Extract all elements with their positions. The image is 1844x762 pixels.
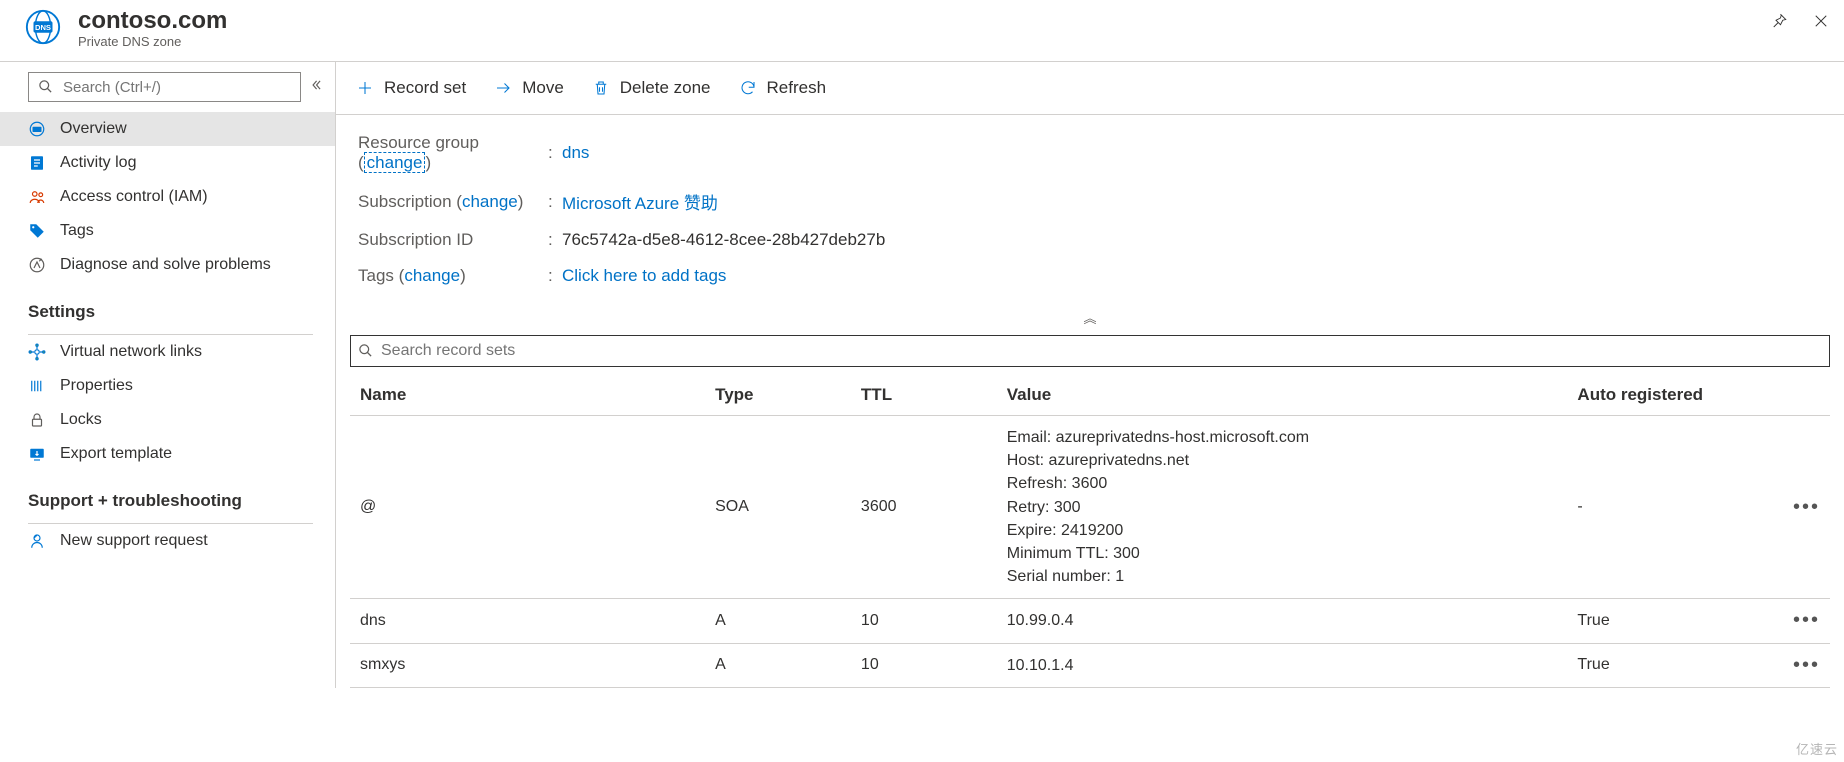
records-table: Name Type TTL Value Auto registered @SOA… bbox=[350, 375, 1830, 688]
table-row[interactable]: smxysA1010.10.1.4True ••• bbox=[350, 643, 1830, 687]
sidebar-item-label: Export template bbox=[60, 445, 172, 463]
sidebar-item-access-control-iam-[interactable]: Access control (IAM) bbox=[0, 180, 335, 214]
table-row[interactable]: @SOA3600Email: azureprivatedns-host.micr… bbox=[350, 416, 1830, 599]
col-value[interactable]: Value bbox=[997, 375, 1568, 416]
row-actions[interactable]: ••• bbox=[1770, 416, 1830, 599]
vnet-icon bbox=[28, 343, 46, 361]
close-icon[interactable] bbox=[1812, 12, 1830, 35]
sidebar-item-overview[interactable]: Overview bbox=[0, 112, 335, 146]
delete-zone-button[interactable]: Delete zone bbox=[592, 78, 711, 98]
cell-value: Email: azureprivatedns-host.microsoft.co… bbox=[997, 416, 1568, 599]
page-header: DNS contoso.com Private DNS zone bbox=[0, 0, 1844, 62]
cell-type: SOA bbox=[705, 416, 851, 599]
sidebar-item-label: Properties bbox=[60, 377, 133, 395]
sidebar-item-label: Tags bbox=[60, 222, 94, 240]
collapse-sidebar-icon[interactable] bbox=[309, 78, 323, 97]
move-button[interactable]: Move bbox=[494, 78, 564, 98]
tags-value[interactable]: Click here to add tags bbox=[562, 266, 726, 286]
resource-group-label: Resource group bbox=[358, 133, 479, 152]
content-pane: Record set Move Delete zone Refresh Reso… bbox=[336, 62, 1844, 688]
cell-value: 10.99.0.4 bbox=[997, 599, 1568, 643]
sidebar-item-export-template[interactable]: Export template bbox=[0, 437, 335, 471]
properties-block: Resource group (change) : dns Subscripti… bbox=[336, 115, 1844, 308]
collapse-properties-icon[interactable]: ︽ bbox=[336, 308, 1844, 335]
sidebar-item-label: Access control (IAM) bbox=[60, 188, 208, 206]
sidebar-item-virtual-network-links[interactable]: Virtual network links bbox=[0, 335, 335, 369]
subscription-change-link[interactable]: change bbox=[462, 192, 518, 211]
watermark: 亿速云 bbox=[1796, 739, 1838, 758]
tags-change-link[interactable]: change bbox=[404, 266, 460, 285]
svg-text:DNS: DNS bbox=[35, 23, 51, 32]
cell-auto: True bbox=[1567, 643, 1770, 687]
sidebar-item-locks[interactable]: Locks bbox=[0, 403, 335, 437]
prop-icon bbox=[28, 377, 46, 395]
subscription-value[interactable]: Microsoft Azure 赞助 bbox=[562, 189, 718, 214]
refresh-button[interactable]: Refresh bbox=[739, 78, 827, 98]
col-ttl[interactable]: TTL bbox=[851, 375, 997, 416]
sidebar-item-properties[interactable]: Properties bbox=[0, 369, 335, 403]
subscription-id-label: Subscription ID bbox=[358, 230, 548, 250]
cell-ttl: 10 bbox=[851, 643, 997, 687]
col-type[interactable]: Type bbox=[705, 375, 851, 416]
resource-group-value[interactable]: dns bbox=[562, 143, 589, 163]
record-set-label: Record set bbox=[384, 78, 466, 98]
dns-icon bbox=[28, 120, 46, 138]
sidebar-item-label: Locks bbox=[60, 411, 102, 429]
log-icon bbox=[28, 154, 46, 172]
dns-zone-icon: DNS bbox=[24, 8, 62, 46]
cell-name: smxys bbox=[350, 643, 705, 687]
cell-auto: - bbox=[1567, 416, 1770, 599]
sidebar-item-new-support-request[interactable]: New support request bbox=[0, 524, 335, 558]
search-icon bbox=[38, 79, 53, 99]
sidebar-section-support: Support + troubleshooting bbox=[0, 471, 335, 519]
cell-ttl: 10 bbox=[851, 599, 997, 643]
more-icon[interactable]: ••• bbox=[1793, 609, 1820, 631]
cell-auto: True bbox=[1567, 599, 1770, 643]
sidebar-item-label: Diagnose and solve problems bbox=[60, 256, 271, 274]
cell-name: dns bbox=[350, 599, 705, 643]
sidebar-search-input[interactable] bbox=[28, 72, 301, 102]
diag-icon bbox=[28, 256, 46, 274]
export-icon bbox=[28, 445, 46, 463]
tags-label: Tags bbox=[358, 266, 394, 285]
lock-icon bbox=[28, 411, 46, 429]
row-actions[interactable]: ••• bbox=[1770, 599, 1830, 643]
sidebar-section-settings: Settings bbox=[0, 282, 335, 330]
sidebar-item-diagnose-and-solve-problems[interactable]: Diagnose and solve problems bbox=[0, 248, 335, 282]
subscription-id-value: 76c5742a-d5e8-4612-8cee-28b427deb27b bbox=[562, 230, 885, 250]
page-subtitle: Private DNS zone bbox=[78, 34, 1770, 49]
record-set-button[interactable]: Record set bbox=[356, 78, 466, 98]
table-row[interactable]: dnsA1010.99.0.4True ••• bbox=[350, 599, 1830, 643]
cell-type: A bbox=[705, 643, 851, 687]
page-title: contoso.com bbox=[78, 8, 1770, 34]
record-search-input[interactable] bbox=[350, 335, 1830, 367]
search-icon bbox=[358, 343, 373, 363]
toolbar: Record set Move Delete zone Refresh bbox=[336, 62, 1844, 115]
subscription-label: Subscription bbox=[358, 192, 452, 211]
col-auto[interactable]: Auto registered bbox=[1567, 375, 1770, 416]
col-name[interactable]: Name bbox=[350, 375, 705, 416]
delete-zone-label: Delete zone bbox=[620, 78, 711, 98]
sidebar-item-label: New support request bbox=[60, 532, 208, 550]
iam-icon bbox=[28, 188, 46, 206]
sidebar-item-tags[interactable]: Tags bbox=[0, 214, 335, 248]
cell-value: 10.10.1.4 bbox=[997, 643, 1568, 687]
cell-ttl: 3600 bbox=[851, 416, 997, 599]
more-icon[interactable]: ••• bbox=[1793, 654, 1820, 676]
refresh-label: Refresh bbox=[767, 78, 827, 98]
resource-group-change-link[interactable]: change bbox=[364, 152, 426, 173]
sidebar: Overview Activity log Access control (IAM)… bbox=[0, 62, 336, 688]
sidebar-item-label: Overview bbox=[60, 120, 127, 138]
move-label: Move bbox=[522, 78, 564, 98]
pin-icon[interactable] bbox=[1770, 12, 1788, 35]
support-icon bbox=[28, 532, 46, 550]
sidebar-item-activity-log[interactable]: Activity log bbox=[0, 146, 335, 180]
more-icon[interactable]: ••• bbox=[1793, 496, 1820, 518]
sidebar-item-label: Virtual network links bbox=[60, 343, 202, 361]
row-actions[interactable]: ••• bbox=[1770, 643, 1830, 687]
cell-type: A bbox=[705, 599, 851, 643]
cell-name: @ bbox=[350, 416, 705, 599]
tag-icon bbox=[28, 222, 46, 240]
sidebar-item-label: Activity log bbox=[60, 154, 136, 172]
